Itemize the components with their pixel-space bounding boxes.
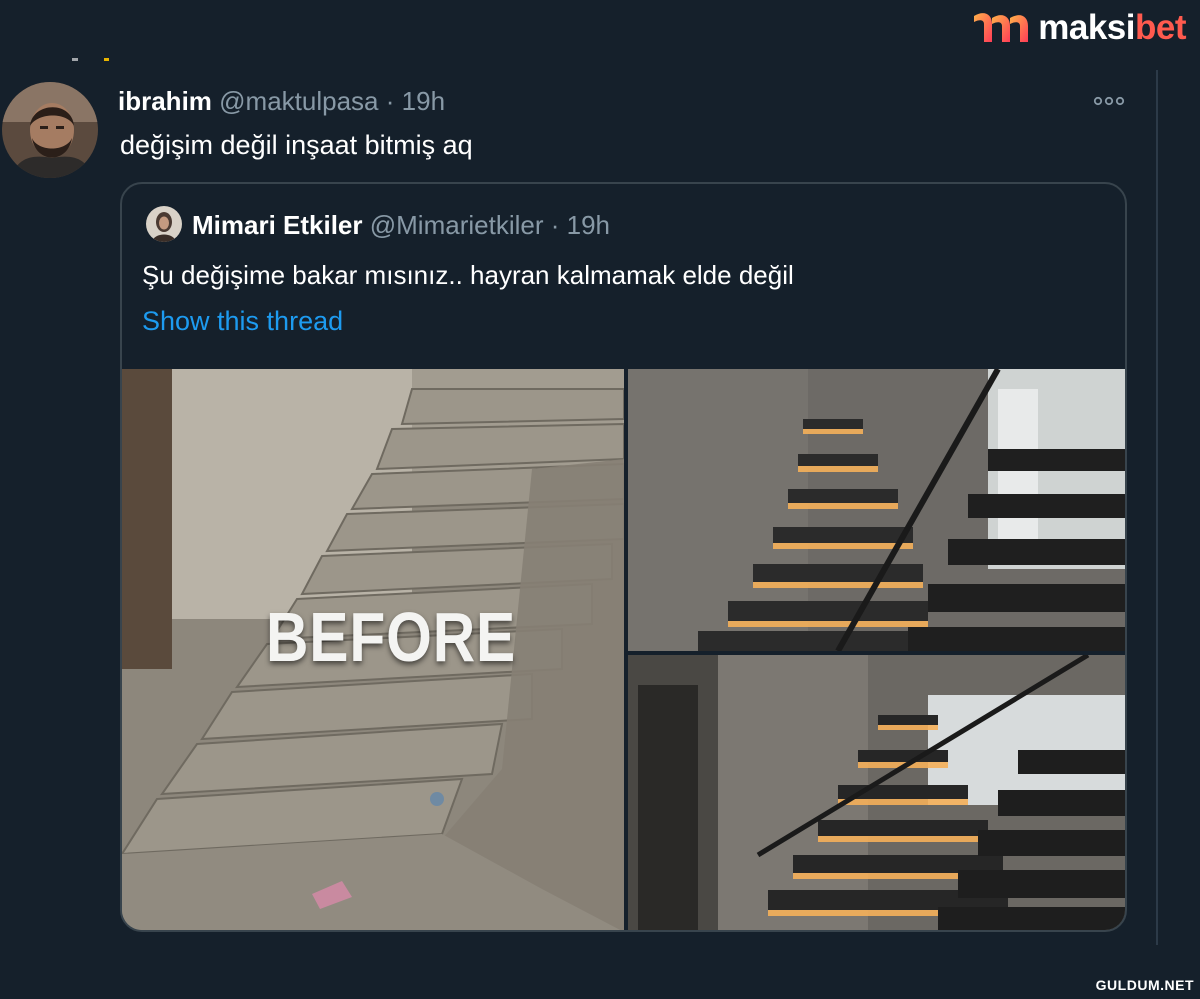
quoted-tweet-header: Mimari Etkiler @Mimarietkiler · 19h [192, 206, 610, 244]
quoted-tweet-text: Şu değişime bakar mısınız.. hayran kalma… [142, 260, 794, 290]
quoted-tweet-card[interactable]: Mimari Etkiler @Mimarietkiler · 19h Şu d… [120, 182, 1127, 932]
quoted-author-name[interactable]: Mimari Etkiler [192, 210, 363, 240]
previous-tweet-fragment [72, 58, 109, 61]
guldum-watermark: GULDUM.NET [1095, 977, 1194, 993]
thread-divider [1156, 70, 1158, 945]
before-label: BEFORE [266, 598, 517, 676]
maksibet-logo-icon [974, 13, 1029, 42]
quoted-author-handle[interactable]: @Mimarietkiler [370, 210, 544, 240]
maksibet-logo: maksibet [970, 6, 1187, 50]
tweet-header: ibrahim @maktulpasa · 19h [118, 84, 445, 118]
before-staircase-photo[interactable]: BEFORE [122, 369, 624, 930]
tweet-timestamp[interactable]: 19h [402, 86, 445, 116]
author-avatar[interactable] [2, 82, 98, 178]
tweet-text: değişim değil inşaat bitmiş aq [120, 130, 473, 160]
show-thread-link[interactable]: Show this thread [142, 302, 343, 340]
separator-dot: · [550, 210, 560, 240]
quoted-timestamp[interactable]: 19h [567, 210, 610, 240]
more-horizontal-icon[interactable] [1092, 94, 1126, 108]
author-name[interactable]: ibrahim [118, 86, 212, 116]
after-staircase-photo-2[interactable] [628, 655, 1125, 930]
after-staircase-photo-1[interactable] [628, 369, 1125, 651]
separator-dot: · [385, 86, 395, 116]
maksibet-logo-text: maksibet [1038, 8, 1186, 47]
quoted-author-avatar[interactable] [146, 206, 182, 242]
author-handle[interactable]: @maktulpasa [219, 86, 378, 116]
